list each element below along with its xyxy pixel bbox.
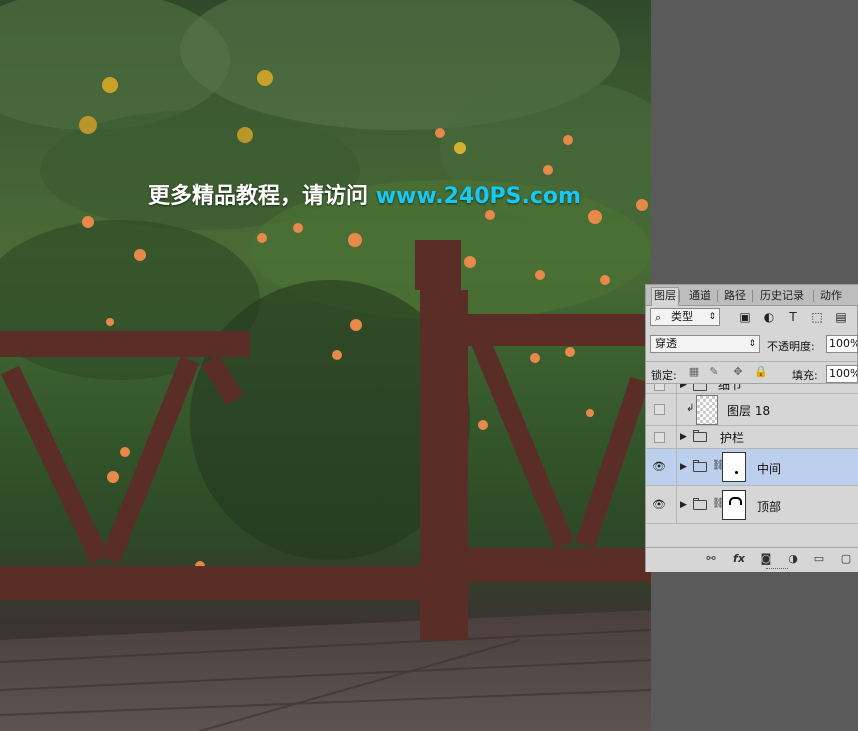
layer-name: 顶部 (757, 500, 782, 514)
search-icon: ⌕ (655, 311, 662, 324)
layer-row[interactable]: 👁 ▶ ⛓ 中间 (646, 449, 858, 486)
resize-grip[interactable] (766, 568, 788, 571)
lock-all-icon[interactable]: 🔒 (754, 366, 768, 378)
tab-paths[interactable]: 路径 (724, 288, 746, 304)
expand-arrow-icon[interactable]: ▶ (680, 432, 688, 442)
eye-icon[interactable]: 👁 (652, 498, 666, 512)
photo-illustration (0, 0, 651, 731)
kind-filter-label: 类型 (671, 310, 693, 323)
lock-move-icon[interactable]: ✥ (732, 366, 744, 378)
blend-row: 穿透 ⇕ 不透明度: 100% (646, 332, 858, 356)
updown-arrow-icon: ⇕ (708, 312, 716, 322)
visibility-toggle[interactable] (654, 384, 665, 391)
folder-icon (693, 460, 707, 472)
filter-row: ⌕ 类型 ⇕ ▣ ◐ T ⬚ ▤ (646, 306, 858, 332)
layer-row[interactable]: ▶ 细节 (646, 383, 858, 394)
watermark-text: 更多精品教程，请访问 (148, 184, 369, 209)
lock-label: 锁定: (651, 369, 677, 382)
eye-icon[interactable]: 👁 (652, 460, 666, 474)
visibility-toggle[interactable] (654, 404, 665, 415)
fill-field[interactable]: 100% (826, 365, 858, 383)
mask-link-icon[interactable]: ⛓ (712, 460, 725, 472)
panel-footer: ⚯ fx ◙ ◑ ▭ ▢ (646, 547, 858, 572)
opacity-field[interactable]: 100% (826, 335, 858, 353)
watermark-url: www.240PS.com (375, 184, 581, 209)
expand-arrow-icon[interactable]: ▶ (680, 462, 688, 472)
image-filter-icon[interactable]: ▣ (738, 310, 752, 324)
blend-mode-select[interactable]: 穿透 ⇕ (650, 335, 760, 353)
mask-icon[interactable]: ◙ (759, 552, 773, 566)
photo-canvas[interactable]: 更多精品教程，请访问 www.240PS.com (0, 0, 651, 731)
fill-label: 填充: (792, 369, 818, 382)
new-layer-icon[interactable]: ▢ (839, 552, 853, 566)
tab-actions[interactable]: 动作 (820, 288, 842, 304)
layer-row[interactable]: 👁 ▶ ⛓ 顶部 (646, 486, 858, 524)
layer-row[interactable]: ↲ 图层 18 (646, 394, 858, 426)
folder-icon (693, 498, 707, 510)
layers-panel: 图层 通道 路径 历史记录 动作 ⌕ 类型 ⇕ ▣ ◐ T ⬚ ▤ 穿透 ⇕ 不… (645, 284, 858, 572)
layer-name: 中间 (757, 462, 782, 476)
layer-thumbnail[interactable] (696, 395, 718, 425)
layer-mask-thumbnail[interactable] (722, 490, 746, 520)
visibility-toggle[interactable] (654, 432, 665, 443)
layer-mask-thumbnail[interactable] (722, 452, 746, 482)
panel-tabs: 图层 通道 路径 历史记录 动作 (646, 285, 858, 306)
expand-arrow-icon[interactable]: ▶ (680, 384, 688, 390)
mask-link-icon[interactable]: ⛓ (712, 498, 725, 510)
expand-arrow-icon[interactable]: ▶ (680, 500, 688, 510)
fx-icon[interactable]: fx (732, 552, 746, 566)
tab-layers[interactable]: 图层 (651, 287, 679, 306)
watermark: 更多精品教程，请访问 www.240PS.com (148, 178, 581, 210)
link-icon[interactable]: ⚯ (704, 552, 718, 566)
new-group-icon[interactable]: ▭ (812, 552, 826, 566)
clipping-arrow-icon: ↲ (686, 403, 695, 414)
lock-paint-icon[interactable]: ✎ (708, 366, 720, 378)
opacity-label: 不透明度: (767, 340, 815, 353)
type-filter-icon[interactable]: T (786, 310, 800, 324)
lock-row: 锁定: ▦ ✎ ✥ 🔒 填充: 100% (646, 361, 858, 384)
adjustment-filter-icon[interactable]: ◐ (762, 310, 776, 324)
layer-name: 图层 18 (727, 404, 771, 418)
folder-icon (693, 384, 707, 391)
layer-row[interactable]: ▶ 护栏 (646, 426, 858, 449)
kind-filter-select[interactable]: ⌕ 类型 ⇕ (650, 308, 720, 326)
blend-mode-label: 穿透 (655, 337, 677, 350)
smart-object-filter-icon[interactable]: ▤ (834, 310, 848, 324)
layer-name: 细节 (718, 383, 743, 392)
layers-list: ▶ 细节 ↲ 图层 18 ▶ 护栏 👁 ▶ ⛓ 中间 👁 ▶ ⛓ 顶部 (646, 383, 858, 548)
tab-history[interactable]: 历史记录 (760, 288, 804, 304)
shape-filter-icon[interactable]: ⬚ (810, 310, 824, 324)
tab-channels[interactable]: 通道 (689, 288, 711, 304)
adjustment-icon[interactable]: ◑ (786, 552, 800, 566)
updown-arrow-icon: ⇕ (748, 339, 756, 349)
folder-icon (693, 430, 707, 442)
layer-name: 护栏 (720, 431, 745, 445)
lock-transparent-icon[interactable]: ▦ (688, 366, 700, 378)
